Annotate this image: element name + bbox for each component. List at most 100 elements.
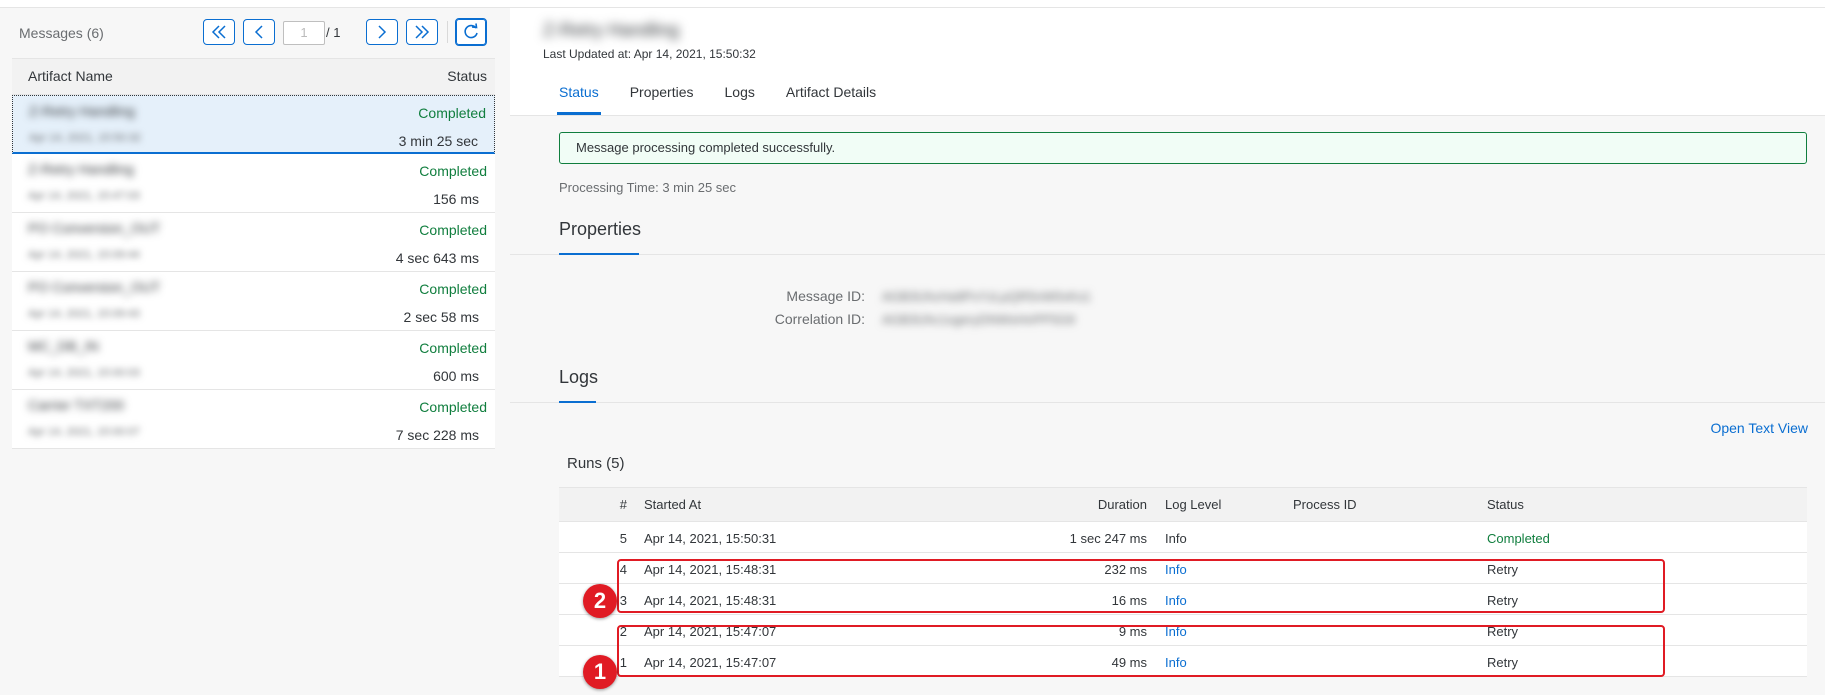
message-item[interactable]: PO Conversion_OUT Completed Apr 14, 2021… [12, 213, 495, 272]
runs-table-header: # Started At Duration Log Level Process … [559, 488, 1807, 522]
double-chevron-left-icon [211, 25, 226, 39]
message-status: Completed [419, 163, 487, 179]
run-duration: 49 ms [1111, 655, 1147, 670]
message-item[interactable]: Carrier TXT200 Completed Apr 14, 2021, 1… [12, 390, 495, 449]
last-page-button[interactable] [406, 19, 438, 45]
next-page-button[interactable] [366, 19, 398, 45]
artifact-name: Z-Retry Handling [29, 103, 135, 119]
run-status: Retry [1487, 655, 1519, 670]
run-started: Apr 14, 2021, 15:47:07 [644, 624, 777, 639]
message-date: Apr 14, 2021, 15:09:44 [28, 249, 140, 261]
object-header: Z-Retry Handling Last Updated at: Apr 14… [510, 8, 1825, 116]
header-log-level: Log Level [1165, 497, 1222, 512]
run-started: Apr 14, 2021, 15:48:31 [644, 593, 777, 608]
section-underline [559, 401, 596, 403]
run-log-level-link[interactable]: Info [1165, 624, 1187, 639]
first-page-button[interactable] [203, 19, 235, 45]
message-duration: 2 sec 58 ms [403, 309, 479, 325]
message-date: Apr 14, 2021, 15:09:43 [28, 308, 140, 320]
message-date: Apr 14, 2021, 15:47:03 [28, 190, 140, 202]
run-number: 4 [619, 562, 627, 577]
correlation-id-label: Correlation ID: [774, 311, 865, 327]
message-duration: 3 min 25 sec [398, 133, 478, 149]
header-duration: Duration [1097, 497, 1147, 512]
run-log-level-link[interactable]: Info [1165, 655, 1187, 670]
header-number: # [619, 497, 627, 512]
tab-logs[interactable]: Logs [725, 82, 755, 116]
run-log-level-link[interactable]: Info [1165, 562, 1187, 577]
list-header: Artifact Name Status [12, 59, 495, 95]
runs-table: # Started At Duration Log Level Process … [559, 487, 1807, 677]
page-number-input[interactable]: 1 [283, 21, 325, 45]
message-id-label: Message ID: [786, 288, 865, 304]
header-process-id: Process ID [1293, 497, 1357, 512]
messages-count-title: Messages (6) [19, 25, 104, 41]
artifact-name: MC_DB_IN [28, 338, 99, 354]
tab-status[interactable]: Status [557, 82, 601, 116]
table-row[interactable]: 4 Apr 14, 2021, 15:48:31 232 ms Info Ret… [559, 553, 1807, 584]
open-text-view-link[interactable]: Open Text View [1710, 420, 1808, 436]
section-divider [510, 402, 1825, 403]
run-status: Completed [1487, 531, 1550, 546]
artifact-name: PO Conversion_OUT [28, 279, 161, 295]
previous-page-button[interactable] [243, 19, 275, 45]
run-duration: 1 sec 247 ms [1069, 531, 1147, 546]
message-list: Artifact Name Status Z-Retry Handling Co… [12, 58, 495, 449]
run-duration: 9 ms [1118, 624, 1147, 639]
chevron-left-icon [254, 25, 263, 39]
runs-title: Runs (5) [567, 455, 625, 472]
tab-artifact-details[interactable]: Artifact Details [786, 82, 876, 116]
master-toolbar: Messages (6) 1 / 1 [0, 8, 500, 58]
message-item[interactable]: Z-Retry Handling Completed Apr 14, 2021,… [12, 154, 495, 213]
message-date: Apr 14, 2021, 15:00:07 [28, 426, 140, 438]
run-duration: 16 ms [1111, 593, 1147, 608]
run-number: 2 [619, 624, 627, 639]
last-updated: Last Updated at: Apr 14, 2021, 15:50:32 [543, 47, 756, 61]
table-row[interactable]: 1 Apr 14, 2021, 15:47:07 49 ms Info Retr… [559, 646, 1807, 677]
run-status: Retry [1487, 624, 1519, 639]
run-started: Apr 14, 2021, 15:47:07 [644, 655, 777, 670]
message-duration: 600 ms [433, 368, 479, 384]
success-message-strip: Message processing completed successfull… [559, 132, 1807, 164]
artifact-name: Z-Retry Handling [28, 161, 134, 177]
message-date: Apr 14, 2021, 15:00:03 [28, 367, 140, 379]
toolbar-separator [447, 21, 448, 43]
page-total: / 1 [326, 25, 341, 40]
message-status: Completed [419, 222, 487, 238]
table-row[interactable]: 5 Apr 14, 2021, 15:50:31 1 sec 247 ms In… [559, 522, 1807, 553]
artifact-name: Carrier TXT200 [28, 397, 125, 413]
tab-properties[interactable]: Properties [630, 82, 694, 116]
refresh-button[interactable] [455, 18, 487, 46]
chevron-right-icon [378, 25, 387, 39]
run-log-level-link[interactable]: Info [1165, 593, 1187, 608]
processing-time: Processing Time: 3 min 25 sec [559, 180, 737, 195]
detail-panel: Z-Retry Handling Last Updated at: Apr 14… [510, 8, 1825, 695]
artifact-title: Z-Retry Handling [543, 20, 680, 40]
section-underline [559, 253, 639, 255]
message-status: Completed [419, 340, 487, 356]
run-started: Apr 14, 2021, 15:50:31 [644, 531, 777, 546]
table-row[interactable]: 3 Apr 14, 2021, 15:48:31 16 ms Info Retr… [559, 584, 1807, 615]
top-bar [0, 0, 1825, 8]
artifact-name: PO Conversion_OUT [28, 220, 161, 236]
master-panel: Messages (6) 1 / 1 Artifact Name Status … [0, 8, 510, 695]
detail-tabs: Status Properties Logs Artifact Details [557, 82, 907, 116]
message-date: Apr 14, 2021, 15:50:32 [29, 132, 141, 144]
logs-section-title: Logs [559, 367, 599, 387]
message-status: Completed [419, 281, 487, 297]
run-number: 5 [619, 531, 627, 546]
run-log-level: Info [1165, 531, 1187, 546]
table-row[interactable]: 2 Apr 14, 2021, 15:47:07 9 ms Info Retry [559, 615, 1807, 646]
message-duration: 4 sec 643 ms [395, 250, 479, 266]
message-item[interactable]: PO Conversion_OUT Completed Apr 14, 2021… [12, 272, 495, 331]
message-duration: 7 sec 228 ms [395, 427, 479, 443]
run-status: Retry [1487, 593, 1519, 608]
message-item[interactable]: Z-Retry Handling Completed Apr 14, 2021,… [12, 95, 495, 154]
refresh-icon [464, 23, 478, 39]
correlation-id-value: AGB3Uhc1xgeryDNWsHnPP5G9 [882, 312, 1075, 327]
annotation-marker-1: 1 [583, 655, 617, 689]
column-artifact-name: Artifact Name [28, 68, 113, 84]
properties-section-title: Properties [559, 219, 642, 239]
message-item[interactable]: MC_DB_IN Completed Apr 14, 2021, 15:00:0… [12, 331, 495, 390]
message-status: Completed [419, 399, 487, 415]
